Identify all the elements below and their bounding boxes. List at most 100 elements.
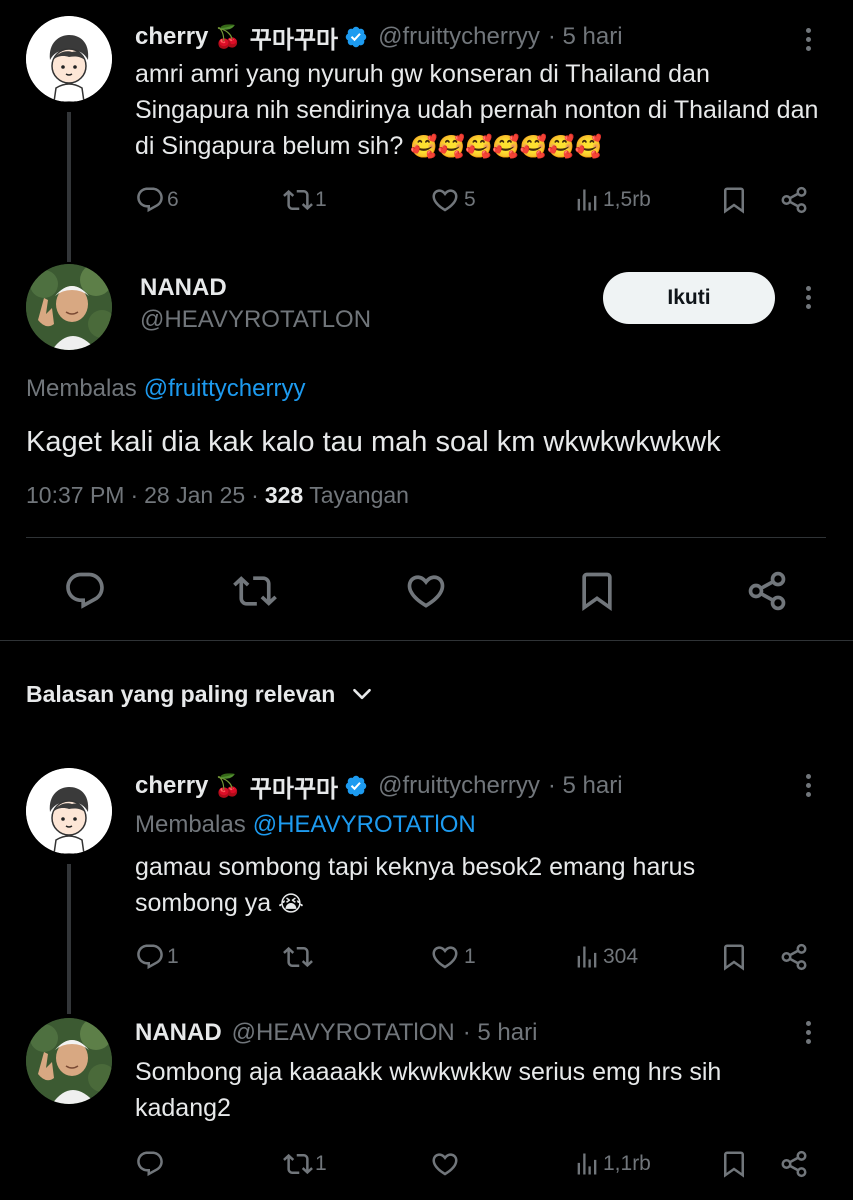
cherry-emoji-icon: 🍒 xyxy=(214,24,242,49)
bookmark-button[interactable] xyxy=(719,1149,749,1179)
heart-icon xyxy=(430,1149,460,1179)
share-button[interactable] xyxy=(779,1149,809,1179)
views-button[interactable]: 304 xyxy=(573,942,638,972)
follow-button[interactable]: Ikuti xyxy=(603,272,775,324)
speech-bubble-icon xyxy=(135,185,165,215)
sort-label: Balasan yang paling relevan xyxy=(26,680,336,707)
display-name[interactable]: NANAD xyxy=(135,1019,222,1047)
speech-bubble-icon xyxy=(135,942,165,972)
bookmark-button[interactable] xyxy=(719,942,749,972)
view-count: 1,5rb xyxy=(603,188,651,211)
retweet-count: 1 xyxy=(315,188,327,211)
avatar-photo-icon xyxy=(26,264,112,350)
like-button[interactable] xyxy=(404,569,448,613)
like-count: 5 xyxy=(464,188,476,211)
avatar[interactable] xyxy=(26,264,112,350)
share-button[interactable] xyxy=(779,185,809,215)
views-button[interactable]: 1,5rb xyxy=(573,185,651,215)
tweet-time[interactable]: 10:37 PM xyxy=(26,482,124,509)
share-icon xyxy=(779,942,809,972)
share-button[interactable] xyxy=(745,569,789,613)
like-button[interactable] xyxy=(430,1149,464,1179)
bar-chart-icon xyxy=(573,185,601,215)
section-divider xyxy=(0,640,853,641)
more-options-icon[interactable] xyxy=(806,1021,812,1048)
bookmark-icon xyxy=(719,942,749,972)
views-label: Tayangan xyxy=(309,481,409,508)
display-name[interactable]: cherry xyxy=(135,772,208,800)
avatar-illustration-icon xyxy=(26,16,112,102)
more-options-icon[interactable] xyxy=(806,774,812,801)
verified-badge-icon xyxy=(344,774,368,798)
avatar[interactable] xyxy=(26,768,112,854)
crying-emoji-icon: 😭 xyxy=(278,891,304,916)
speech-bubble-icon xyxy=(135,1149,165,1179)
replying-to-handle[interactable]: @fruittycherryy xyxy=(144,375,306,403)
retweet-icon xyxy=(283,942,313,972)
like-count: 1 xyxy=(464,945,476,968)
display-name[interactable]: NANAD xyxy=(140,274,227,302)
tweet-text: Sombong aja kaaaakk wkwkwkkw serius emg … xyxy=(135,1058,722,1122)
avatar-illustration-icon xyxy=(26,768,112,854)
retweet-icon xyxy=(283,1149,313,1179)
like-button[interactable]: 1 xyxy=(430,942,476,972)
view-count: 304 xyxy=(603,945,639,968)
avatar[interactable] xyxy=(26,16,112,102)
share-button[interactable] xyxy=(779,942,809,972)
like-button[interactable]: 5 xyxy=(430,185,476,215)
retweet-button[interactable]: 1 xyxy=(283,185,327,215)
reply-count: 6 xyxy=(167,188,179,211)
chevron-down-icon xyxy=(353,688,372,700)
share-icon xyxy=(745,569,789,613)
tweet-header: cherry 🍒 꾸마꾸마 @fruittycherryy · 5 hari xyxy=(135,769,623,803)
retweet-button[interactable]: 1 xyxy=(283,1149,327,1179)
handle[interactable]: @fruittycherryy xyxy=(378,772,540,800)
share-icon xyxy=(779,1149,809,1179)
avatar-photo-icon xyxy=(26,1018,112,1104)
bookmark-button[interactable] xyxy=(719,185,749,215)
more-options-icon[interactable] xyxy=(806,28,812,55)
retweet-count: 1 xyxy=(315,1152,327,1175)
bar-chart-icon xyxy=(573,1149,601,1179)
cherry-emoji-icon: 🍒 xyxy=(214,773,242,798)
thread-connector-line xyxy=(67,864,71,1014)
reply-button[interactable]: 1 xyxy=(135,942,179,972)
tweet-text: gamau sombong tapi keknya besok2 emang h… xyxy=(135,849,755,922)
retweet-icon xyxy=(283,185,313,215)
display-name-korean[interactable]: 꾸마꾸마 xyxy=(250,20,338,55)
timestamp[interactable]: · 5 hari xyxy=(463,1019,538,1047)
meta-separator: · xyxy=(251,481,259,508)
verified-badge-icon xyxy=(344,25,368,49)
handle[interactable]: @fruittycherryy xyxy=(378,23,540,51)
reply-button[interactable] xyxy=(63,569,107,613)
share-icon xyxy=(779,185,809,215)
speech-bubble-icon xyxy=(63,569,107,613)
tweet-metadata: 10:37 PM · 28 Jan 25 · 328 Tayangan xyxy=(26,478,409,512)
reply-sort-dropdown[interactable]: Balasan yang paling relevan xyxy=(26,676,375,712)
replying-to: Membalas @HEAVYROTATlON xyxy=(135,808,476,842)
bookmark-icon xyxy=(719,1149,749,1179)
heart-icon xyxy=(430,942,460,972)
tweet-header: cherry 🍒 꾸마꾸마 @fruittycherryy · 5 hari xyxy=(135,20,623,54)
views-button[interactable]: 1,1rb xyxy=(573,1149,651,1179)
main-tweet-text: Kaget kali dia kak kalo tau mah soal km … xyxy=(26,426,721,458)
tweet-date[interactable]: 28 Jan 25 xyxy=(144,482,245,509)
avatar[interactable] xyxy=(26,1018,112,1104)
handle[interactable]: @HEAVYROTATlON xyxy=(232,1019,455,1047)
bar-chart-icon xyxy=(573,942,601,972)
retweet-icon xyxy=(233,569,277,613)
replying-to-handle[interactable]: @HEAVYROTATlON xyxy=(253,811,476,839)
timestamp[interactable]: · 5 hari xyxy=(548,23,623,51)
display-name[interactable]: cherry xyxy=(135,23,208,51)
bookmark-button[interactable] xyxy=(575,569,619,613)
display-name-korean[interactable]: 꾸마꾸마 xyxy=(250,769,338,804)
heart-icon xyxy=(404,569,448,613)
timestamp[interactable]: · 5 hari xyxy=(548,772,623,800)
view-count: 1,1rb xyxy=(603,1152,651,1175)
handle[interactable]: @HEAVYROTATLON xyxy=(140,306,371,334)
reply-button[interactable]: 6 xyxy=(135,185,179,215)
retweet-button[interactable] xyxy=(233,569,277,613)
reply-button[interactable] xyxy=(135,1149,167,1179)
retweet-button[interactable] xyxy=(283,942,315,972)
more-options-icon[interactable] xyxy=(806,286,812,313)
